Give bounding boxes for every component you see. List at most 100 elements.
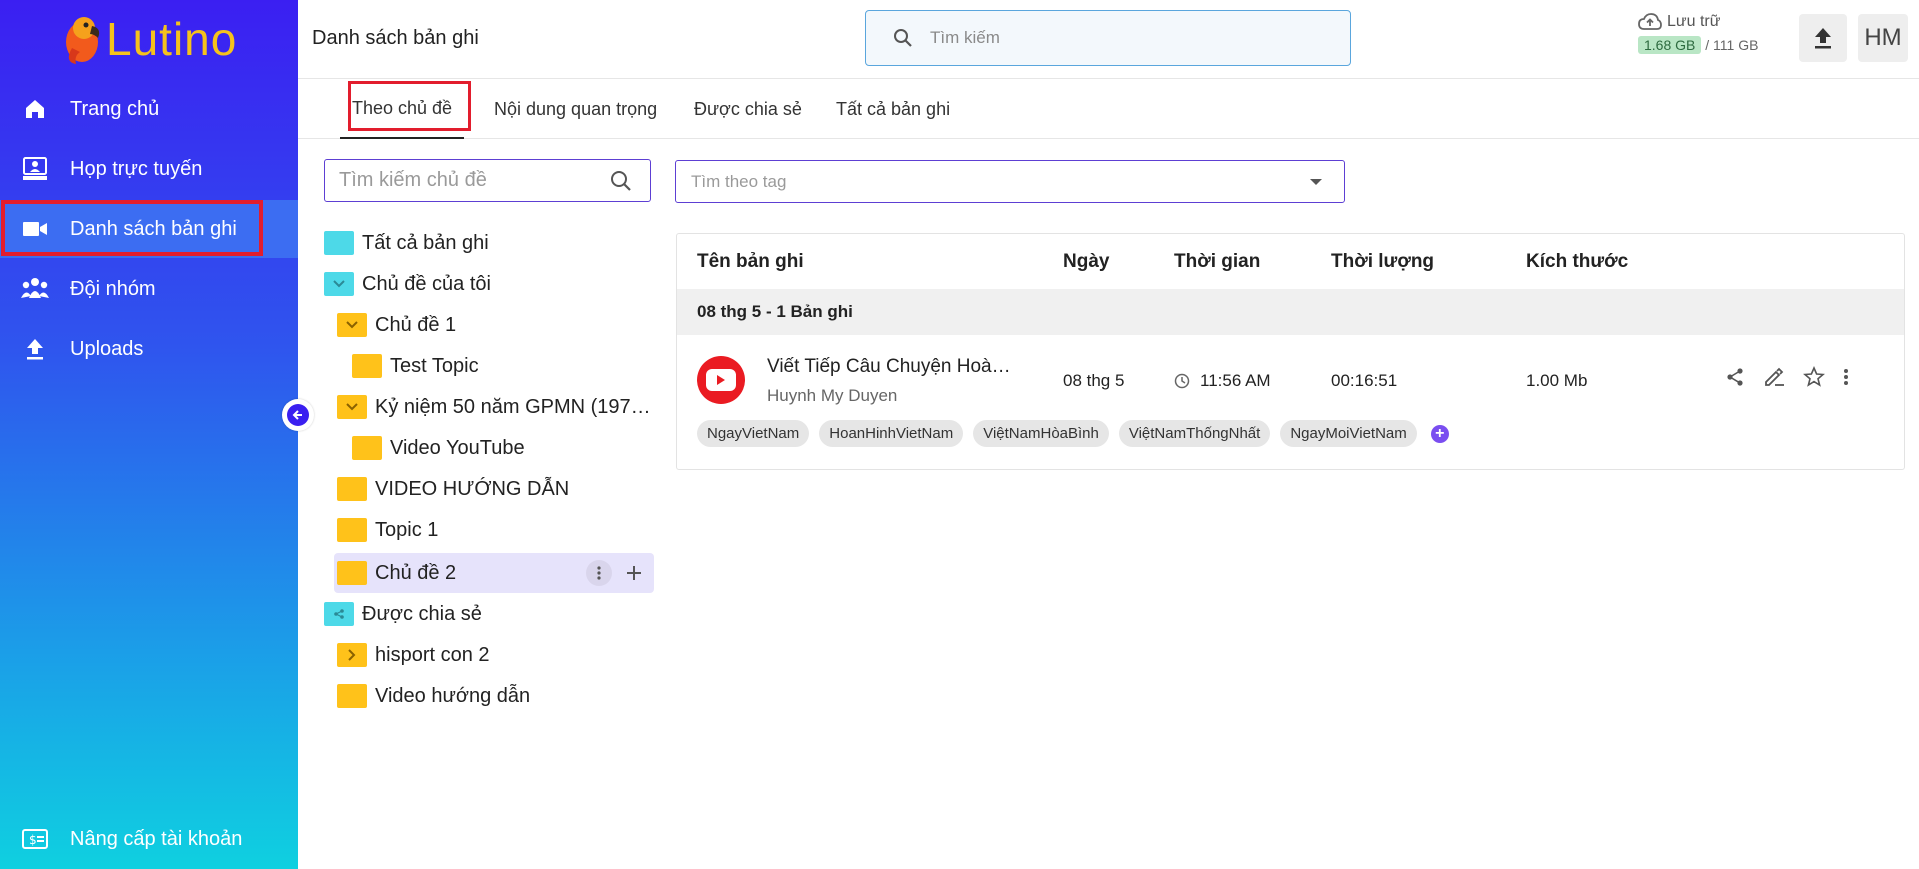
global-search-input[interactable] <box>930 28 1310 48</box>
plus-icon[interactable] <box>626 565 642 581</box>
folder-open-icon <box>324 272 354 296</box>
sidebar-item-recordings[interactable]: Danh sách bản ghi <box>0 200 298 258</box>
storage-used-badge: 1.68 GB <box>1638 36 1702 54</box>
share-icon[interactable] <box>1725 367 1745 387</box>
upload-button[interactable] <box>1799 14 1847 62</box>
tag-chip[interactable]: NgayMoiVietNam <box>1280 420 1417 447</box>
folder-icon <box>337 561 367 585</box>
folder-open-icon <box>337 313 367 337</box>
tree-item-label: Kỷ niệm 50 năm GPMN (197… <box>375 395 651 418</box>
brand-name: Lutino <box>106 13 238 65</box>
column-header-time[interactable]: Thời gian <box>1174 234 1260 289</box>
star-icon[interactable] <box>1803 366 1825 388</box>
column-header-name[interactable]: Tên bản ghi <box>697 234 804 289</box>
folder-open-icon <box>337 395 367 419</box>
video-camera-icon <box>18 212 52 246</box>
edit-icon[interactable] <box>1763 367 1785 387</box>
more-vertical-icon[interactable] <box>586 560 612 586</box>
recording-duration: 00:16:51 <box>1331 371 1398 390</box>
folder-icon <box>324 231 354 255</box>
sidebar-item-upgrade[interactable]: $ Nâng cấp tài khoản <box>0 810 298 868</box>
sidebar-item-label: Trang chủ <box>70 97 160 120</box>
tab-important-content[interactable]: Nội dung quan trọng <box>494 80 657 139</box>
tree-item-my-topics[interactable]: Chủ đề của tôi <box>324 264 491 304</box>
topic-tabs: Theo chủ đề Nội dung quan trọng Được chi… <box>298 80 1919 139</box>
global-search-box[interactable] <box>865 10 1351 66</box>
tree-item-label: Chủ đề 1 <box>375 313 457 336</box>
user-avatar[interactable]: HM <box>1858 14 1908 62</box>
tree-item-video-guide-upper[interactable]: VIDEO HƯỚNG DẪN <box>337 469 569 509</box>
topic-search-box[interactable] <box>324 159 651 202</box>
folder-icon <box>352 354 382 378</box>
logo[interactable]: Lutino <box>54 12 237 66</box>
tab-all-recordings[interactable]: Tất cả bản ghi <box>836 80 950 139</box>
tag-search-input[interactable] <box>691 171 1191 192</box>
column-header-date[interactable]: Ngày <box>1063 234 1109 289</box>
tag-chip[interactable]: NgayVietNam <box>697 420 810 447</box>
tree-item-label: Được chia sẻ <box>362 602 482 625</box>
tag-chip[interactable]: ViệtNamHòaBình <box>973 420 1109 447</box>
folder-collapsed-icon <box>337 643 367 667</box>
column-header-size[interactable]: Kích thước <box>1526 234 1628 289</box>
storage-total: / 111 GB <box>1705 37 1759 53</box>
tree-item-shared[interactable]: Được chia sẻ <box>324 594 482 634</box>
team-icon <box>18 272 52 306</box>
recording-time: 11:56 AM <box>1200 371 1271 390</box>
recording-size: 1.00 Mb <box>1526 371 1588 390</box>
tree-item-test-topic[interactable]: Test Topic <box>352 346 479 386</box>
tree-item-label: Video hướng dẫn <box>375 684 531 707</box>
sidebar-item-home[interactable]: Trang chủ <box>0 80 298 138</box>
tree-item-label: Test Topic <box>390 354 479 377</box>
search-icon[interactable] <box>609 169 633 193</box>
folder-shared-icon <box>324 602 354 626</box>
tree-item-label: Video YouTube <box>390 436 525 459</box>
cloud-upload-icon <box>1638 13 1662 30</box>
upload-icon <box>1815 28 1831 49</box>
tree-item-all-recordings[interactable]: Tất cả bản ghi <box>324 223 489 263</box>
tree-item-video-youtube[interactable]: Video YouTube <box>352 428 525 468</box>
youtube-icon <box>697 356 745 404</box>
tree-item-hisport[interactable]: hisport con 2 <box>337 635 490 675</box>
sidebar-item-uploads[interactable]: Uploads <box>0 320 298 378</box>
home-icon <box>18 92 52 126</box>
tree-item-topic-1-vi[interactable]: Chủ đề 1 <box>337 305 456 345</box>
tree-item-video-guide[interactable]: Video hướng dẫn <box>337 676 530 716</box>
top-header: Danh sách bản ghi Lưu trữ 1.68 GB / 111 … <box>298 0 1919 79</box>
sidebar-item-label: Họp trực tuyến <box>70 157 203 180</box>
sidebar-item-team[interactable]: Đội nhóm <box>0 260 298 318</box>
topic-search-input[interactable] <box>339 169 609 192</box>
recordings-table: Tên bản ghi Ngày Thời gian Thời lượng Kí… <box>676 233 1905 470</box>
upload-icon <box>18 332 52 366</box>
tree-item-label: Tất cả bản ghi <box>362 231 489 254</box>
billing-icon: $ <box>18 822 52 856</box>
tag-chip[interactable]: HoanHinhVietNam <box>819 420 964 447</box>
column-header-duration[interactable]: Thời lượng <box>1331 234 1434 289</box>
tag-chip[interactable]: ViệtNamThốngNhất <box>1118 420 1271 447</box>
page-title: Danh sách bản ghi <box>312 27 479 49</box>
recording-time-cell: 11:56 AM <box>1174 371 1271 391</box>
upgrade-account-label: Nâng cấp tài khoản <box>70 827 243 850</box>
clock-icon <box>1174 373 1190 389</box>
folder-icon <box>337 518 367 542</box>
folder-icon <box>352 436 382 460</box>
sidebar: Lutino Trang chủ Họp trực tuyến Danh sác… <box>0 0 298 869</box>
tree-item-label: VIDEO HƯỚNG DẪN <box>375 477 570 500</box>
tab-by-topic[interactable]: Theo chủ đề <box>340 80 465 139</box>
sidebar-item-label: Uploads <box>70 337 144 360</box>
chevron-down-icon[interactable] <box>1310 178 1322 185</box>
folder-icon <box>337 477 367 501</box>
meeting-icon <box>18 152 52 186</box>
recording-title[interactable]: Viết Tiếp Câu Chuyện Hoà… <box>767 356 1022 378</box>
tag-search-select[interactable] <box>675 160 1345 203</box>
collapse-sidebar-button[interactable] <box>282 399 314 431</box>
tab-shared[interactable]: Được chia sẻ <box>694 80 802 139</box>
tree-item-anniversary[interactable]: Kỷ niệm 50 năm GPMN (197… <box>337 387 651 427</box>
tree-item-topic-1[interactable]: Topic 1 <box>337 510 438 550</box>
tree-item-topic-2[interactable]: Chủ đề 2 <box>334 553 654 593</box>
sidebar-item-meeting[interactable]: Họp trực tuyến <box>0 140 298 198</box>
more-vertical-icon[interactable] <box>1843 367 1849 387</box>
date-group-header: 08 thg 5 - 1 Bản ghi <box>677 289 1904 335</box>
tree-item-label: Topic 1 <box>375 518 439 541</box>
add-tag-plus-icon[interactable]: + <box>1430 424 1449 443</box>
tab-label: Theo chủ đề <box>352 98 453 118</box>
